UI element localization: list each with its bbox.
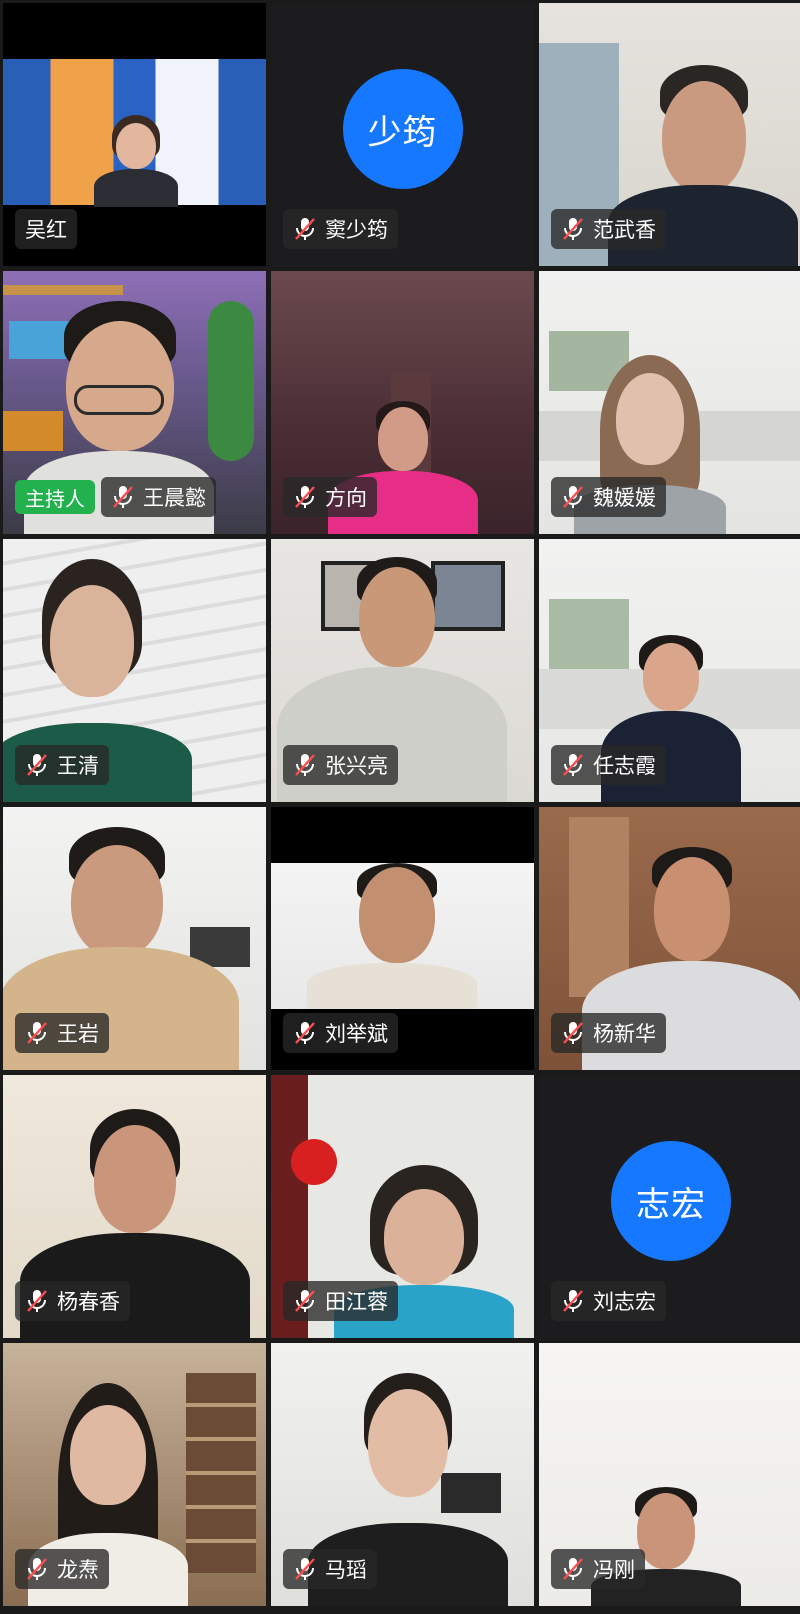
mic-muted-icon (295, 1290, 315, 1312)
participant-name: 龙焘 (57, 1558, 99, 1582)
name-label: 任志霞 (551, 742, 666, 788)
participant-name: 杨春香 (57, 1290, 120, 1314)
participant-tile[interactable]: 杨新华 (539, 807, 800, 1070)
participant-tile[interactable]: 龙焘 (3, 1343, 266, 1606)
participant-tile[interactable]: 少筠 窦少筠 (271, 3, 534, 266)
name-label: 龙焘 (15, 1546, 109, 1592)
mic-muted-icon (563, 1290, 583, 1312)
mic-muted-icon (27, 1022, 47, 1044)
participant-name: 任志霞 (593, 754, 656, 778)
name-label: 窦少筠 (283, 206, 398, 252)
video-grid: 吴红 少筠 窦少筠 范武香 主持人 王晨懿 方向 魏媛媛 王清 张兴亮 任志霞 … (0, 0, 800, 1614)
mic-muted-icon (295, 754, 315, 776)
participant-name: 范武香 (593, 218, 656, 242)
participant-name: 冯刚 (593, 1558, 635, 1582)
participant-tile[interactable]: 王岩 (3, 807, 266, 1070)
name-label: 杨新华 (551, 1010, 666, 1056)
name-label: 田江蓉 (283, 1278, 398, 1324)
name-label: 张兴亮 (283, 742, 398, 788)
participant-name: 魏媛媛 (593, 486, 656, 510)
participant-name: 方向 (325, 486, 367, 510)
participant-name: 张兴亮 (325, 754, 388, 778)
mic-muted-icon (295, 486, 315, 508)
participant-tile[interactable]: 张兴亮 (271, 539, 534, 802)
name-label: 范武香 (551, 206, 666, 252)
participant-name: 王晨懿 (143, 486, 206, 510)
participant-tile[interactable]: 范武香 (539, 3, 800, 266)
mic-muted-icon (27, 754, 47, 776)
name-label: 刘举斌 (283, 1010, 398, 1056)
participant-name: 马瑫 (325, 1558, 367, 1582)
host-badge: 主持人 (15, 480, 95, 514)
participant-tile[interactable]: 魏媛媛 (539, 271, 800, 534)
participant-tile[interactable]: 田江蓉 (271, 1075, 534, 1338)
avatar: 志宏 (611, 1141, 731, 1262)
participant-tile[interactable]: 杨春香 (3, 1075, 266, 1338)
name-label: 马瑫 (283, 1546, 377, 1592)
participant-tile[interactable]: 方向 (271, 271, 534, 534)
participant-tile[interactable]: 王清 (3, 539, 266, 802)
mic-muted-icon (563, 218, 583, 240)
name-label: 杨春香 (15, 1278, 130, 1324)
name-label: 刘志宏 (551, 1278, 666, 1324)
participant-tile[interactable]: 任志霞 (539, 539, 800, 802)
name-label: 冯刚 (551, 1546, 645, 1592)
participant-tile[interactable]: 吴红 (3, 3, 266, 266)
participant-tile[interactable]: 刘举斌 (271, 807, 534, 1070)
participant-name: 刘志宏 (593, 1290, 656, 1314)
name-label: 王岩 (15, 1010, 109, 1056)
participant-name: 刘举斌 (325, 1022, 388, 1046)
participant-tile[interactable]: 主持人 王晨懿 (3, 271, 266, 534)
participant-name: 吴红 (25, 218, 67, 242)
name-label: 吴红 (15, 206, 77, 252)
mic-muted-icon (27, 1558, 47, 1580)
participant-name: 窦少筠 (325, 218, 388, 242)
name-label: 主持人 王晨懿 (15, 474, 216, 520)
participant-tile[interactable]: 马瑫 (271, 1343, 534, 1606)
participant-name: 杨新华 (593, 1022, 656, 1046)
mic-muted-icon (563, 754, 583, 776)
avatar: 少筠 (342, 69, 463, 190)
participant-name: 王岩 (57, 1022, 99, 1046)
participant-name: 王清 (57, 754, 99, 778)
name-label: 方向 (283, 474, 377, 520)
name-label: 王清 (15, 742, 109, 788)
name-label: 魏媛媛 (551, 474, 666, 520)
mic-muted-icon (27, 1290, 47, 1312)
mic-muted-icon (113, 486, 133, 508)
mic-muted-icon (563, 1558, 583, 1580)
mic-muted-icon (563, 486, 583, 508)
participant-name: 田江蓉 (325, 1290, 388, 1314)
mic-muted-icon (563, 1022, 583, 1044)
participant-tile[interactable]: 志宏 刘志宏 (539, 1075, 800, 1338)
participant-tile[interactable]: 冯刚 (539, 1343, 800, 1606)
mic-muted-icon (295, 1558, 315, 1580)
mic-muted-icon (295, 1022, 315, 1044)
mic-muted-icon (295, 218, 315, 240)
